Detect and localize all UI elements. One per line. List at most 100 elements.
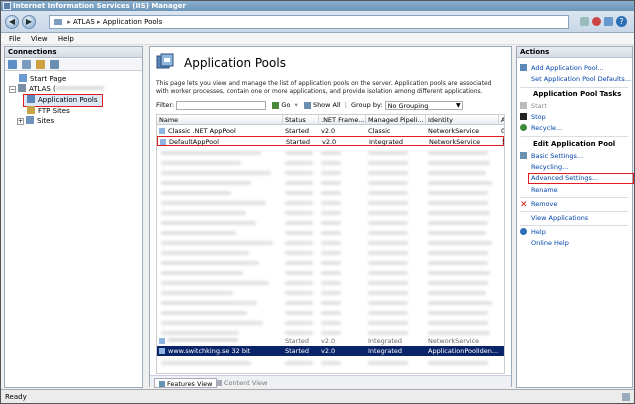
- help-action[interactable]: Help: [520, 228, 546, 237]
- start-action[interactable]: Start: [520, 102, 547, 111]
- row-identity: NetworkService: [429, 138, 481, 146]
- add-app-pool-action[interactable]: Add Application Pool...: [520, 64, 604, 73]
- title-bar: Internet Information Services (IIS) Mana…: [1, 1, 634, 11]
- save-icon[interactable]: [22, 60, 31, 69]
- expand-icon[interactable]: +: [17, 118, 24, 125]
- col-applications[interactable]: A: [499, 115, 504, 125]
- address-field[interactable]: ▸ ATLAS ▸ Application Pools: [49, 15, 569, 29]
- help-icon[interactable]: ?: [616, 16, 627, 27]
- up-folder-icon[interactable]: [36, 60, 45, 69]
- table-row[interactable]: Started v2.0 Integrated NetworkService: [157, 336, 504, 346]
- go-icon[interactable]: [272, 101, 280, 109]
- address-bar: ◀ ▶ ▸ ATLAS ▸ Application Pools ?: [1, 11, 634, 33]
- tree-item-server[interactable]: − ATLAS (: [9, 84, 139, 94]
- app-pool-icon: [159, 348, 165, 354]
- start-page-icon: [19, 74, 27, 82]
- status-bar: Ready: [1, 389, 634, 403]
- back-button-icon[interactable]: ◀: [5, 15, 19, 29]
- row-net: v2.0: [321, 337, 336, 345]
- breadcrumb-server[interactable]: ATLAS: [73, 18, 95, 26]
- connections-pane: Connections Start Page − ATLAS ( Applicat…: [4, 46, 143, 388]
- show-all-button[interactable]: Show All: [313, 101, 341, 109]
- forward-button-icon[interactable]: ▶: [22, 15, 36, 29]
- redacted-rows: [157, 148, 504, 358]
- divider: [520, 136, 628, 137]
- actions-header: Actions: [517, 47, 632, 58]
- remove-action[interactable]: ✕ Remove: [520, 200, 557, 210]
- table-row-defaultapppool[interactable]: DefaultAppPool Started v2.0 Integrated N…: [157, 136, 504, 146]
- row-status: Started: [285, 127, 310, 135]
- connect-icon[interactable]: [8, 60, 17, 69]
- col-name[interactable]: Name: [157, 115, 283, 125]
- row-identity: ApplicationPoolIden...: [428, 347, 499, 355]
- row-apps: 0: [501, 127, 505, 135]
- remove-x-icon: ✕: [520, 200, 528, 210]
- col-managed-pipeline[interactable]: Managed Pipeli...: [366, 115, 426, 125]
- blurred-server-name: [55, 86, 104, 90]
- address-toolbar: ?: [578, 15, 630, 29]
- stop-nav-icon[interactable]: [592, 17, 601, 26]
- menu-view[interactable]: View: [31, 33, 48, 45]
- blurred-pool-name: [168, 338, 238, 342]
- rename-action[interactable]: Rename: [531, 186, 558, 195]
- add-icon: [520, 64, 527, 71]
- col-status[interactable]: Status: [283, 115, 319, 125]
- home-icon[interactable]: [604, 17, 613, 26]
- app-pool-icon: [159, 338, 165, 344]
- menu-bar: File View Help: [1, 33, 634, 45]
- status-network-icon: [622, 393, 630, 401]
- filter-input[interactable]: [176, 100, 267, 110]
- grid-header: Name Status .NET Frame... Managed Pipeli…: [157, 115, 504, 125]
- view-applications-action[interactable]: View Applications: [531, 214, 588, 223]
- divider: [520, 87, 628, 88]
- actions-pane: Actions Add Application Pool... Set Appl…: [516, 46, 634, 388]
- app-pools-grid: Name Status .NET Frame... Managed Pipeli…: [156, 114, 505, 374]
- divider: [520, 211, 628, 212]
- table-row[interactable]: Classic .NET AppPool Started v2.0 Classi…: [157, 126, 504, 136]
- group-by-label: Group by:: [350, 101, 383, 109]
- stop-action[interactable]: Stop: [520, 113, 546, 122]
- tree-item-sites[interactable]: + Sites: [9, 116, 139, 126]
- app-pools-header-icon: [156, 53, 174, 71]
- basic-settings-action[interactable]: Basic Settings...: [520, 152, 583, 161]
- row-net: v2.0: [321, 347, 336, 355]
- redacted-rows-bottom: [157, 358, 504, 372]
- col-net-framework[interactable]: .NET Frame...: [319, 115, 366, 125]
- tab-features-view[interactable]: Features View: [154, 378, 218, 388]
- col-identity[interactable]: Identity: [426, 115, 499, 125]
- collapse-icon[interactable]: −: [9, 86, 16, 93]
- advanced-settings-action[interactable]: Advanced Settings...: [528, 173, 634, 184]
- menu-file[interactable]: File: [9, 33, 21, 45]
- iis-manager-window: Internet Information Services (IIS) Mana…: [0, 0, 635, 404]
- window-title: Internet Information Services (IIS) Mana…: [13, 2, 186, 10]
- recycling-action[interactable]: Recycling...: [531, 163, 568, 172]
- row-status: Started: [285, 337, 310, 345]
- row-pipeline: Classic: [368, 127, 391, 135]
- menu-help[interactable]: Help: [58, 33, 74, 45]
- breadcrumb-app-pools[interactable]: Application Pools: [103, 18, 162, 26]
- row-status: Started: [286, 138, 311, 146]
- show-all-icon: [303, 101, 311, 109]
- recycle-icon: [520, 124, 527, 131]
- go-button[interactable]: Go: [281, 101, 290, 109]
- online-help-action[interactable]: Online Help: [531, 239, 569, 248]
- tab-content-view[interactable]: Content View: [212, 378, 271, 388]
- recycle-action[interactable]: Recycle...: [520, 124, 562, 133]
- delete-connection-icon[interactable]: [50, 60, 59, 69]
- tree-item-ftp-sites[interactable]: FTP Sites: [9, 106, 139, 116]
- connections-header: Connections: [5, 47, 142, 58]
- chevron-down-icon: ▼: [455, 101, 461, 109]
- set-defaults-action[interactable]: Set Application Pool Defaults...: [531, 75, 631, 84]
- table-row-selected[interactable]: www.switchking.se 32 bit Started v2.0 In…: [157, 346, 504, 356]
- row-pipeline: Integrated: [369, 138, 404, 146]
- row-status: Started: [285, 347, 310, 355]
- row-pipeline: Integrated: [368, 337, 403, 345]
- group-by-select[interactable]: No Grouping ▼: [384, 100, 463, 110]
- content-view-icon: [216, 380, 222, 386]
- divider: [520, 225, 628, 226]
- tree-item-start-page[interactable]: Start Page: [9, 74, 139, 84]
- connections-toolbar: [5, 59, 142, 71]
- features-view-icon: [159, 381, 165, 387]
- refresh-icon[interactable]: [580, 17, 589, 26]
- server-icon: [18, 84, 26, 92]
